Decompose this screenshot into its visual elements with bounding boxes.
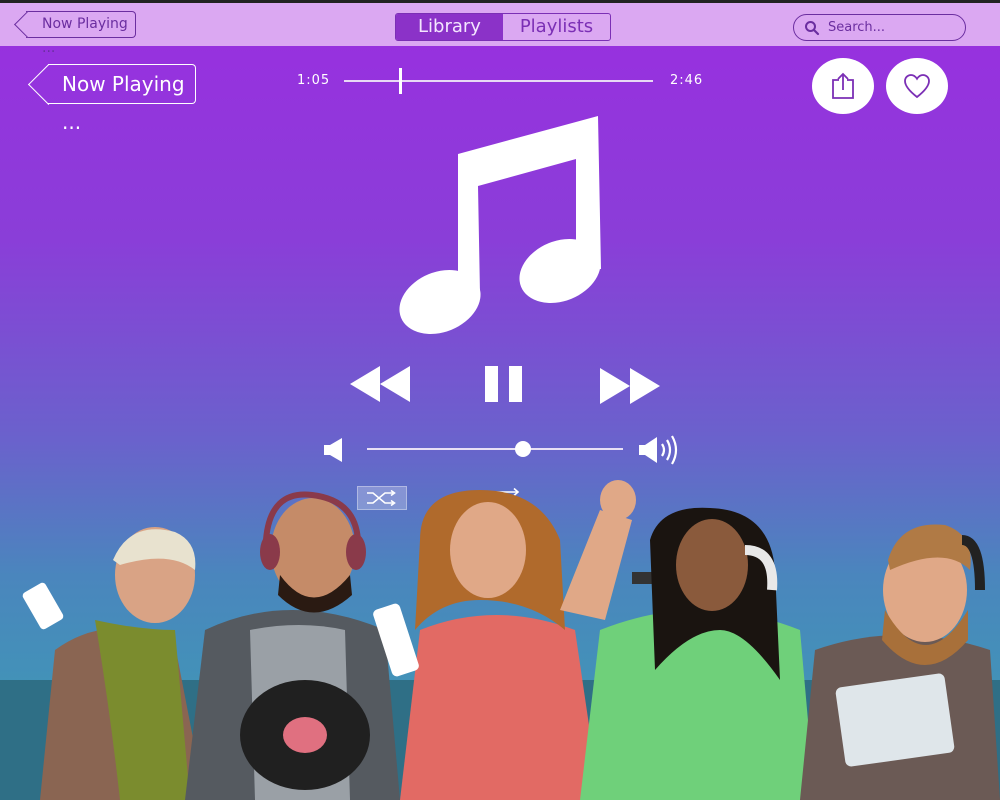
volume-track[interactable] — [367, 448, 623, 450]
volume-high-icon — [639, 435, 678, 465]
person-5 — [800, 524, 1000, 800]
tab-library[interactable]: Library — [396, 14, 503, 40]
library-playlists-segmented-control: Library Playlists — [395, 13, 611, 41]
person-1 — [22, 527, 205, 800]
rewind-button[interactable] — [348, 364, 412, 404]
tab-playlists[interactable]: Playlists — [503, 14, 610, 40]
progress-track[interactable] — [344, 80, 653, 82]
pause-button[interactable] — [484, 364, 524, 404]
share-icon — [832, 72, 854, 99]
fast-forward-icon — [600, 368, 660, 404]
search-icon — [805, 21, 820, 36]
people-listening-photo — [0, 480, 1000, 800]
music-note-icon — [399, 116, 601, 334]
top-bar: Now Playing ... Library Playlists — [0, 0, 1000, 56]
share-button[interactable] — [812, 58, 874, 114]
elapsed-time: 1:05 — [297, 73, 331, 88]
volume-slider-knob[interactable] — [515, 441, 532, 457]
rewind-icon — [350, 366, 410, 402]
person-2 — [185, 491, 400, 800]
search-box[interactable] — [793, 14, 966, 41]
pause-icon — [485, 366, 522, 402]
now-playing-back-button[interactable]: Now Playing ... — [48, 64, 196, 134]
total-duration: 2:46 — [670, 73, 704, 88]
search-input[interactable] — [828, 18, 958, 36]
favorite-button[interactable] — [886, 58, 948, 114]
topbar-back-button[interactable]: Now Playing ... — [26, 11, 136, 56]
progress-scrubber[interactable] — [398, 68, 402, 94]
volume-low-icon — [324, 438, 342, 462]
music-player-app: Now Playing ... Library Playlists Now Pl… — [0, 0, 1000, 800]
heart-icon — [904, 74, 930, 99]
fast-forward-button[interactable] — [598, 366, 662, 406]
